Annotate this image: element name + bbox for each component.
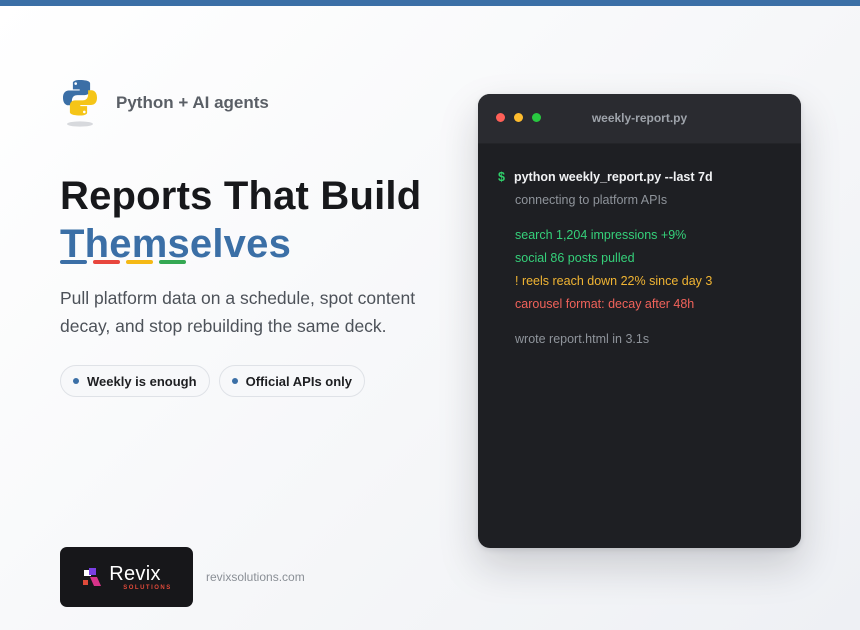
accent-dash-blue — [60, 260, 87, 264]
command-line: $ python weekly_report.py --last 7d — [498, 166, 789, 189]
website-url[interactable]: revixsolutions.com — [206, 570, 305, 584]
feature-pills: Weekly is enough Official APIs only — [60, 365, 366, 397]
pill-label: Official APIs only — [245, 373, 353, 389]
revix-mark-icon — [83, 568, 102, 586]
output-line: carousel format: decay after 48h — [515, 297, 695, 311]
page-title: Reports That Build Themselves — [60, 172, 421, 268]
accent-dashes — [60, 260, 186, 264]
output-line: connecting to platform APIs — [515, 193, 668, 207]
accent-dash-green — [159, 260, 186, 264]
terminal-titlebar: weekly-report.py — [478, 94, 801, 144]
prompt-symbol: $ — [498, 170, 505, 184]
output-line: search 1,204 impressions +9% — [515, 228, 687, 242]
terminal-window: weekly-report.py $ python weekly_report.… — [478, 94, 801, 548]
headline-line-1: Reports That Build — [60, 174, 422, 218]
output-line: social 86 posts pulled — [515, 251, 635, 265]
accent-dash-yellow — [126, 260, 153, 264]
top-accent-bar — [0, 0, 860, 6]
pill-official-apis: Official APIs only — [218, 365, 366, 397]
company-logo-sub: SOLUTIONS — [123, 584, 172, 591]
terminal-title: weekly-report.py — [591, 111, 688, 125]
output-line: wrote report.html in 3.1s — [515, 332, 650, 346]
brand-tagline: Python + AI agents — [116, 93, 269, 112]
bullet-dot-icon — [231, 378, 238, 384]
command-text: python weekly_report.py --last 7d — [513, 170, 713, 184]
brand-row: Python + AI agents — [60, 78, 269, 128]
pill-weekly: Weekly is enough — [60, 365, 210, 397]
pill-label: Weekly is enough — [87, 373, 197, 389]
terminal-output: $ python weekly_report.py --last 7d conn… — [498, 166, 789, 351]
python-logo-icon — [60, 78, 100, 128]
subheading: Pull platform data on a schedule, spot c… — [60, 288, 416, 336]
company-logo-name: Revix — [109, 562, 161, 585]
output-line: ! reels reach down 22% since day 3 — [515, 274, 713, 288]
bullet-dot-icon — [73, 378, 79, 384]
accent-dash-red — [93, 260, 120, 264]
company-logo[interactable]: Revix SOLUTIONS — [60, 547, 193, 607]
